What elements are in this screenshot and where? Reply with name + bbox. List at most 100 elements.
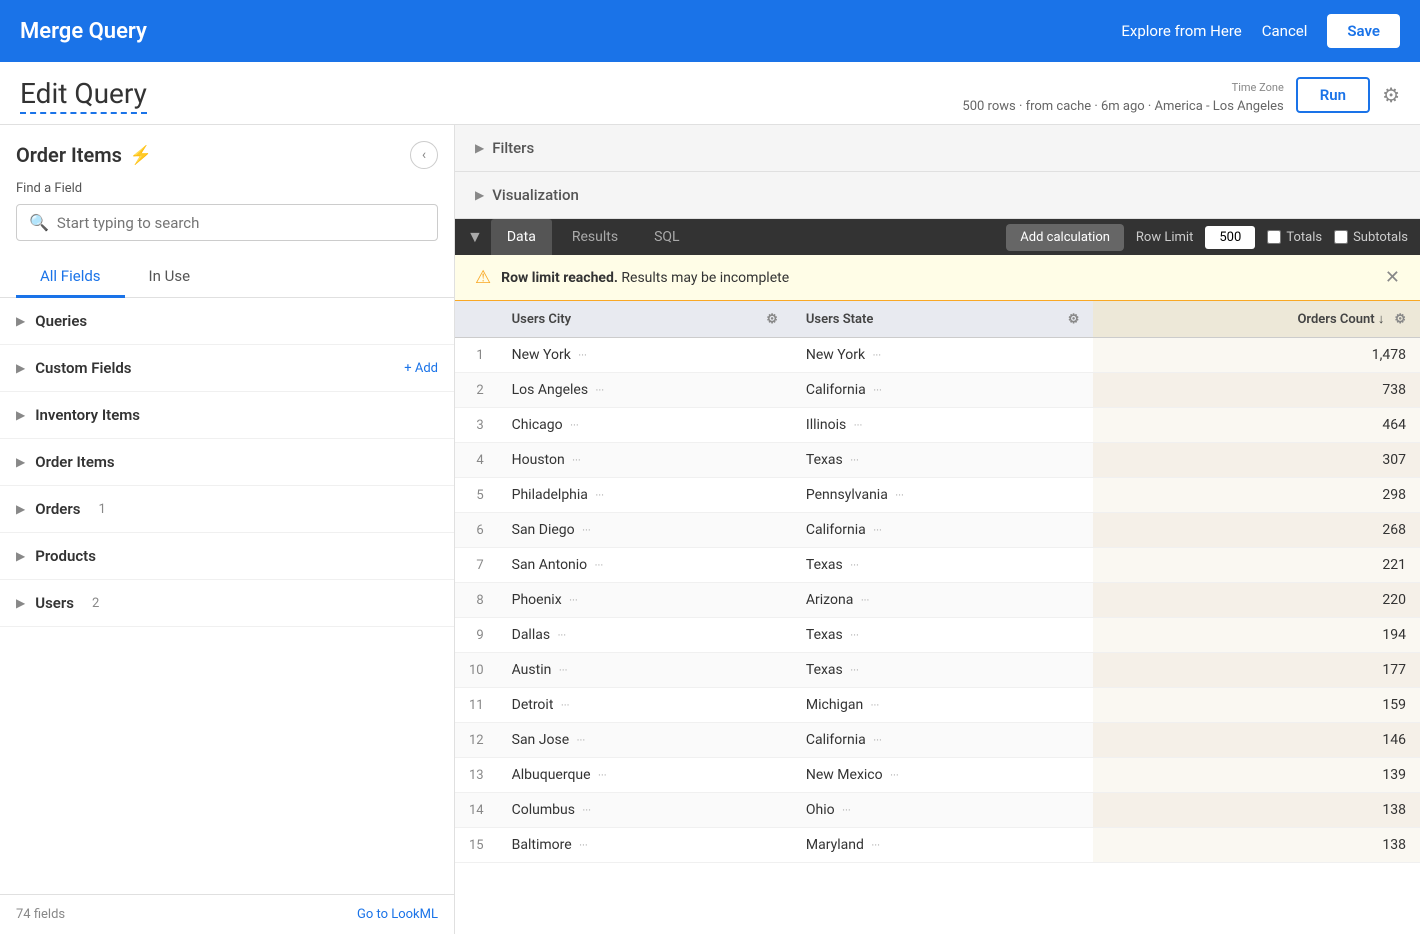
cell-row-num: 7 [455, 548, 498, 583]
state-ellipsis[interactable]: ··· [850, 454, 859, 467]
add-custom-field-link[interactable]: + Add [404, 361, 438, 376]
subtotals-checkbox-label[interactable]: Subtotals [1334, 230, 1408, 245]
col-orders-gear-icon[interactable]: ⚙ [1394, 312, 1406, 327]
city-ellipsis[interactable]: ··· [579, 839, 588, 852]
cell-orders: 738 [1093, 373, 1420, 408]
table-row: 1New York ···New York ···1,478 [455, 338, 1420, 373]
totals-checkbox-label[interactable]: Totals [1267, 230, 1322, 245]
col-city-gear-icon[interactable]: ⚙ [766, 312, 778, 327]
cell-orders: 139 [1093, 758, 1420, 793]
city-ellipsis[interactable]: ··· [582, 804, 591, 817]
city-ellipsis[interactable]: ··· [596, 384, 605, 397]
table-row: 14Columbus ···Ohio ···138 [455, 793, 1420, 828]
table-row: 13Albuquerque ···New Mexico ···139 [455, 758, 1420, 793]
run-button[interactable]: Run [1296, 77, 1370, 113]
state-ellipsis[interactable]: ··· [850, 629, 859, 642]
save-button[interactable]: Save [1327, 14, 1400, 48]
field-group-queries-header[interactable]: ▶ Queries [0, 298, 454, 344]
visualization-header[interactable]: ▶ Visualization [455, 172, 1420, 218]
city-ellipsis[interactable]: ··· [572, 454, 581, 467]
tab-sql[interactable]: SQL [638, 219, 695, 255]
tab-all-fields[interactable]: All Fields [16, 257, 125, 298]
cell-orders: 177 [1093, 653, 1420, 688]
col-orders-count[interactable]: Orders Count ↓ ⚙ [1093, 301, 1420, 338]
data-tab-arrow: ▼ [467, 227, 483, 247]
go-to-lookml-link[interactable]: Go to LookML [357, 907, 438, 922]
state-ellipsis[interactable]: ··· [873, 524, 882, 537]
search-input[interactable] [57, 214, 425, 232]
col-users-state[interactable]: Users State ⚙ [792, 301, 1093, 338]
city-ellipsis[interactable]: ··· [595, 489, 604, 502]
chevron-right-icon: ▶ [475, 188, 484, 202]
results-table: Users City ⚙ Users State ⚙ [455, 301, 1420, 863]
state-ellipsis[interactable]: ··· [895, 489, 904, 502]
state-ellipsis[interactable]: ··· [873, 384, 882, 397]
field-group-users-header[interactable]: ▶ Users 2 [0, 580, 454, 626]
tab-in-use[interactable]: In Use [125, 257, 215, 298]
city-ellipsis[interactable]: ··· [598, 769, 607, 782]
table-row: 9Dallas ···Texas ···194 [455, 618, 1420, 653]
table-row: 2Los Angeles ···California ···738 [455, 373, 1420, 408]
state-ellipsis[interactable]: ··· [842, 804, 851, 817]
explore-from-here-link[interactable]: Explore from Here [1121, 22, 1241, 40]
state-ellipsis[interactable]: ··· [873, 349, 882, 362]
city-ellipsis[interactable]: ··· [595, 559, 604, 572]
city-ellipsis[interactable]: ··· [569, 594, 578, 607]
close-warning-button[interactable]: ✕ [1385, 267, 1400, 288]
totals-checkbox[interactable] [1267, 230, 1281, 244]
cancel-link[interactable]: Cancel [1262, 22, 1308, 40]
timezone-label[interactable]: Time Zone [1232, 81, 1284, 94]
state-ellipsis[interactable]: ··· [871, 839, 880, 852]
state-ellipsis[interactable]: ··· [850, 559, 859, 572]
field-group-inventory-items: ▶ Inventory Items [0, 392, 454, 439]
cell-city: Houston ··· [498, 443, 792, 478]
cell-row-num: 1 [455, 338, 498, 373]
field-group-custom-header[interactable]: ▶ Custom Fields + Add [0, 345, 454, 391]
warning-text: Row limit reached. Results may be incomp… [501, 270, 789, 286]
collapse-sidebar-button[interactable]: ‹ [410, 141, 438, 169]
filters-header[interactable]: ▶ Filters [455, 125, 1420, 171]
timezone-wrapper: Time Zone 500 rows · from cache · 6m ago… [962, 76, 1283, 114]
state-ellipsis[interactable]: ··· [854, 419, 863, 432]
warning-left: ⚠ Row limit reached. Results may be inco… [475, 267, 789, 288]
tab-data[interactable]: Data [491, 219, 552, 255]
state-ellipsis[interactable]: ··· [873, 734, 882, 747]
field-group-orders-header[interactable]: ▶ Orders 1 [0, 486, 454, 532]
field-group-inventory-header[interactable]: ▶ Inventory Items [0, 392, 454, 438]
state-ellipsis[interactable]: ··· [861, 594, 870, 607]
field-group-users: ▶ Users 2 [0, 580, 454, 627]
state-ellipsis[interactable]: ··· [890, 769, 899, 782]
city-ellipsis[interactable]: ··· [578, 349, 587, 362]
state-ellipsis[interactable]: ··· [850, 664, 859, 677]
city-ellipsis[interactable]: ··· [561, 699, 570, 712]
city-ellipsis[interactable]: ··· [558, 629, 567, 642]
cell-state: Illinois ··· [792, 408, 1093, 443]
cell-city: Chicago ··· [498, 408, 792, 443]
cell-city: Los Angeles ··· [498, 373, 792, 408]
col-users-city[interactable]: Users City ⚙ [498, 301, 792, 338]
subtotals-checkbox[interactable] [1334, 230, 1348, 244]
cell-state: Texas ··· [792, 548, 1093, 583]
tab-results[interactable]: Results [556, 219, 634, 255]
col-city-label: Users City [512, 312, 572, 327]
field-group-products-header[interactable]: ▶ Products [0, 533, 454, 579]
state-ellipsis[interactable]: ··· [871, 699, 880, 712]
add-calculation-button[interactable]: Add calculation [1006, 224, 1124, 251]
right-panel: ▶ Filters ▶ Visualization ▼ Data Results… [455, 125, 1420, 934]
sidebar-title-row: Order Items ⚡ ‹ [16, 141, 438, 169]
cell-state: Arizona ··· [792, 583, 1093, 618]
city-ellipsis[interactable]: ··· [570, 419, 579, 432]
city-ellipsis[interactable]: ··· [582, 524, 591, 537]
header: Merge Query Explore from Here Cancel Sav… [0, 0, 1420, 62]
field-group-order-items-header[interactable]: ▶ Order Items [0, 439, 454, 485]
city-ellipsis[interactable]: ··· [559, 664, 568, 677]
city-ellipsis[interactable]: ··· [577, 734, 586, 747]
field-group-name: Queries [35, 312, 87, 330]
field-group-queries-left: ▶ Queries [16, 312, 87, 330]
cell-city: Columbus ··· [498, 793, 792, 828]
settings-icon[interactable]: ⚙ [1382, 83, 1400, 107]
col-state-gear-icon[interactable]: ⚙ [1068, 312, 1080, 327]
sidebar-header: Order Items ⚡ ‹ Find a Field 🔍 [0, 125, 454, 257]
cell-city: Philadelphia ··· [498, 478, 792, 513]
row-limit-input[interactable] [1205, 226, 1255, 249]
